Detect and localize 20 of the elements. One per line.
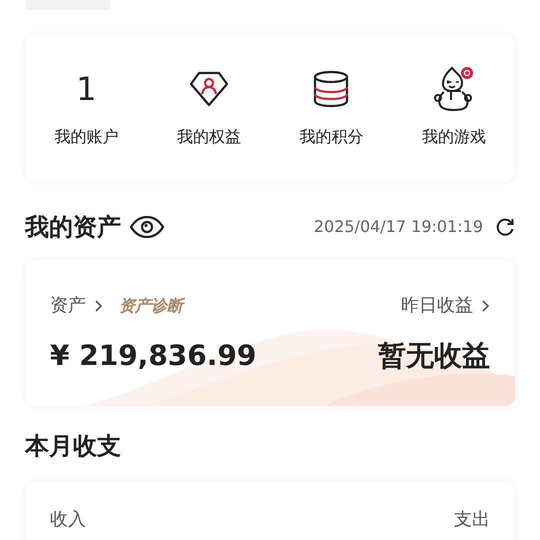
update-timestamp: 2025/04/17 19:01:19 bbox=[314, 216, 483, 238]
shortcut-label[interactable]: 我的游戏 bbox=[422, 125, 486, 149]
eye-icon[interactable] bbox=[129, 216, 165, 238]
yesterday-earnings-value: 暂无收益 bbox=[378, 338, 490, 374]
section-title: 本月收支 bbox=[25, 431, 122, 462]
account-count: 1 bbox=[76, 69, 96, 109]
expense-label: 支出 bbox=[454, 508, 490, 532]
refresh-icon[interactable] bbox=[495, 217, 515, 237]
section-title: 我的资产 bbox=[25, 212, 121, 243]
snowman-mascot-icon bbox=[432, 65, 476, 113]
asset-amount: ¥ 219,836.99 bbox=[50, 338, 256, 374]
asset-link[interactable]: 资产 bbox=[50, 292, 86, 319]
chevron-right-icon bbox=[481, 298, 490, 312]
shortcut-label[interactable]: 我的积分 bbox=[299, 125, 364, 149]
shortcut-label[interactable]: 我的账户 bbox=[54, 125, 118, 149]
chevron-right-icon bbox=[94, 298, 103, 312]
income-label: 收入 bbox=[50, 508, 86, 532]
diamond-person-icon bbox=[188, 69, 229, 109]
shortcut-label[interactable]: 我的权益 bbox=[176, 125, 241, 149]
yesterday-earnings-link[interactable]: 昨日收益 bbox=[401, 292, 473, 319]
